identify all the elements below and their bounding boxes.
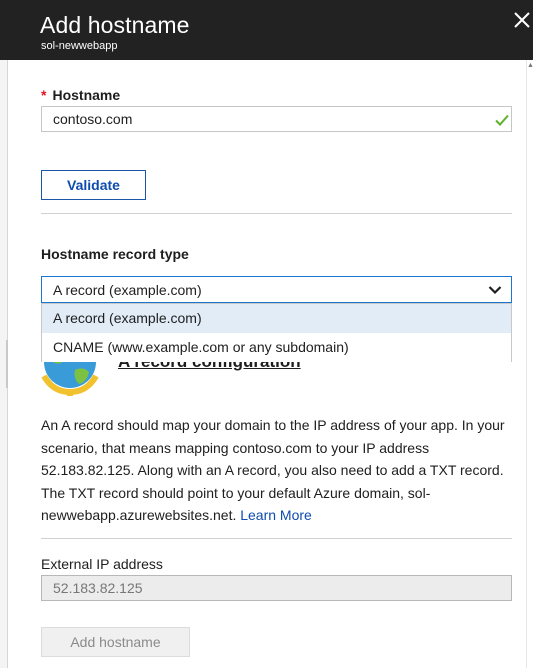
record-type-option-cname[interactable]: CNAME (www.example.com or any subdomain)	[42, 333, 511, 362]
chevron-down-icon	[488, 286, 502, 295]
required-marker: *	[41, 87, 47, 103]
hostname-label-text: Hostname	[52, 87, 121, 103]
blade-subtitle: sol-newwebapp	[41, 40, 118, 52]
hostname-label: * Hostname	[41, 87, 120, 103]
scroll-up-arrow-icon[interactable]: ▲	[527, 62, 533, 69]
divider	[41, 213, 512, 214]
external-ip-value: 52.183.82.125	[53, 580, 143, 596]
learn-more-link[interactable]: Learn More	[240, 507, 312, 523]
validate-button[interactable]: Validate	[41, 170, 146, 200]
blade-header: Add hostname sol-newwebapp	[0, 0, 533, 60]
record-type-select[interactable]: A record (example.com)	[41, 276, 512, 303]
check-icon	[495, 114, 509, 126]
record-type-label: Hostname record type	[41, 246, 189, 262]
external-ip-field: 52.183.82.125	[41, 575, 512, 601]
record-type-dropdown: A record (example.com) CNAME (www.exampl…	[41, 303, 512, 362]
a-record-description: An A record should map your domain to th…	[41, 414, 513, 527]
close-icon[interactable]	[512, 10, 532, 30]
record-type-selected-value: A record (example.com)	[53, 282, 202, 298]
hostname-input[interactable]: contoso.com	[41, 106, 512, 132]
add-hostname-button[interactable]: Add hostname	[41, 627, 190, 657]
divider	[41, 538, 512, 539]
left-panel-mark	[6, 340, 8, 388]
external-ip-label: External IP address	[41, 556, 163, 572]
blade-title: Add hostname	[40, 12, 190, 38]
record-type-option-a[interactable]: A record (example.com)	[42, 304, 511, 333]
hostname-input-value: contoso.com	[53, 111, 133, 127]
scrollbar-track[interactable]	[526, 60, 527, 668]
